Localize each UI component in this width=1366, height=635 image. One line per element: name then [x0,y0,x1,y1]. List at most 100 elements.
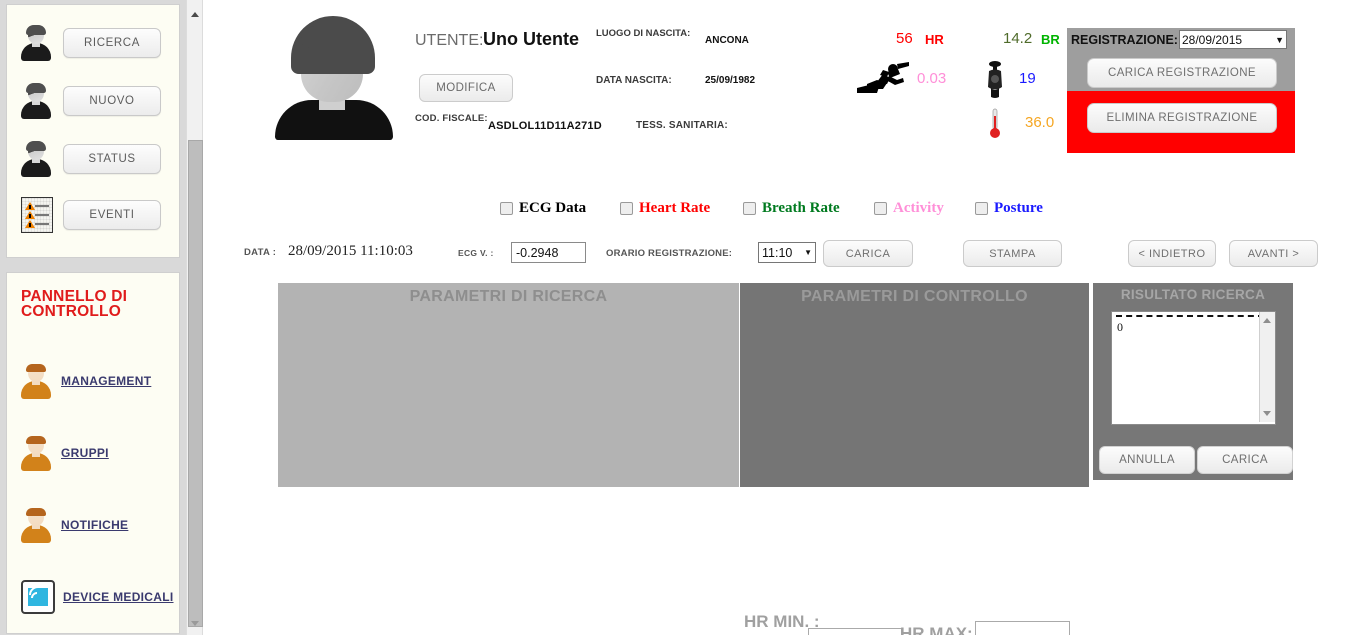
data-label: DATA : [244,247,277,258]
luogo-nascita-value: ANCONA [705,35,749,46]
search-panel-title: PARAMETRI DI RICERCA [409,288,608,305]
posture-value: 19 [1019,70,1036,87]
control-panel-title: PARAMETRI DI CONTROLLO [801,288,1028,305]
sidebar-item-ricerca[interactable]: RICERCA [7,19,179,67]
checkbox-label: Activity [893,200,944,216]
avanti-button[interactable]: AVANTI > [1229,240,1318,267]
sidebar-item-device-medicali[interactable]: DEVICE MEDICALI [7,571,179,623]
sidebar-item-eventi[interactable]: EVENTI [7,191,179,239]
activity-value: 0.03 [917,70,947,87]
user-avatar-icon [19,81,53,121]
sidebar-item-gruppi[interactable]: GRUPPI [7,427,179,479]
stampa-button[interactable]: STAMPA [963,240,1062,267]
ecg-value-label: ECG V. : [458,248,494,258]
annulla-button[interactable]: ANNULLA [1099,446,1195,474]
control-panel-title: PANNELLO DI CONTROLLO [21,288,128,320]
ricerca-button[interactable]: RICERCA [63,28,161,58]
hr-min-input[interactable] [808,628,902,635]
checkbox-box-icon[interactable] [620,202,633,215]
user-avatar-icon [19,139,53,179]
data-nascita-value: 25/09/1982 [705,75,756,86]
sidebar: RICERCA NUOVO STATUS EVENTI PANNELLO DI … [0,0,186,635]
sidebar-item-notifiche[interactable]: NOTIFICHE [7,499,179,551]
search-result-panel: RISULTATO RICERCA 0 ANNULLA CARICA [1093,283,1293,480]
orario-registrazione-label: ORARIO REGISTRAZIONE: [606,248,733,259]
orario-registrazione-select[interactable]: 11:10 ▼ [758,242,816,263]
user-avatar-orange-icon [19,361,53,401]
hr-max-label: HR MAX: [900,624,973,635]
temperature-thermometer-icon [990,108,1000,138]
breath-rate-value: 14.2 [1003,30,1033,47]
result-panel-title: RISULTATO RICERCA [1120,287,1266,302]
user-avatar-orange-icon [19,433,53,473]
checkbox-box-icon[interactable] [975,202,988,215]
eventi-button[interactable]: EVENTI [63,200,161,230]
result-list-box[interactable]: 0 [1111,311,1276,425]
checkbox-box-icon[interactable] [500,202,513,215]
luogo-nascita-label: LUOGO DI NASCITA: [596,28,691,39]
result-carica-button[interactable]: CARICA [1197,446,1293,474]
scroll-up-arrow-icon[interactable] [187,6,202,22]
application-root: RICERCA NUOVO STATUS EVENTI PANNELLO DI … [0,0,1366,635]
management-link[interactable]: MANAGEMENT [61,374,151,388]
heart-rate-value: 56 [896,30,913,47]
device-medicali-link[interactable]: DEVICE MEDICALI [63,590,174,604]
scroll-down-arrow-icon[interactable] [187,615,202,631]
result-row: 0 [1117,320,1123,334]
checkbox-box-icon[interactable] [743,202,756,215]
data-nascita-label: DATA NASCITA: [596,75,672,86]
registrazione-date-select[interactable]: 28/09/2015 ▼ [1179,30,1287,49]
sidebar-control-panel-card: PANNELLO DI CONTROLLO MANAGEMENT GRUPPI … [6,272,180,634]
data-value: 28/09/2015 11:10:03 [288,243,413,259]
result-scrollbar[interactable] [1259,312,1275,422]
status-button[interactable]: STATUS [63,144,161,174]
checkbox-activity[interactable]: Activity [874,200,944,217]
events-list-icon [21,197,53,233]
user-avatar-orange-icon [19,505,53,545]
hr-max-input[interactable] [975,621,1070,635]
registrazione-date-value: 28/09/2015 [1182,32,1243,47]
carica-registrazione-button[interactable]: CARICA REGISTRAZIONE [1087,58,1277,88]
registrazione-label: REGISTRAZIONE: [1071,33,1178,47]
page-scrollbar[interactable] [186,0,203,635]
ecg-value-input[interactable]: -0.2948 [511,242,586,263]
main-content: UTENTE: Uno Utente MODIFICA COD. FISCALE… [203,0,1366,635]
temperature-value: 36.0 [1025,114,1055,131]
sidebar-item-management[interactable]: MANAGEMENT [7,355,179,407]
chevron-down-icon: ▼ [1275,34,1284,45]
scrollbar-thumb[interactable] [188,140,203,627]
checkbox-label: Breath Rate [762,200,840,216]
checkbox-posture[interactable]: Posture [975,200,1043,217]
activity-runner-icon [857,62,909,93]
checkbox-label: Heart Rate [639,200,711,216]
checkbox-label: Posture [994,200,1043,216]
checkbox-breath-rate[interactable]: Breath Rate [743,200,840,217]
elimina-registrazione-button[interactable]: ELIMINA REGISTRAZIONE [1087,103,1277,133]
nuovo-button[interactable]: NUOVO [63,86,161,116]
checkbox-heart-rate[interactable]: Heart Rate [620,200,710,217]
sidebar-item-status[interactable]: STATUS [7,135,179,183]
utente-label: UTENTE: [415,32,484,49]
posture-icon [988,61,1002,98]
patient-avatar [275,16,393,140]
codice-fiscale-value: ASDLOL11D11A271D [488,120,602,132]
gruppi-link[interactable]: GRUPPI [61,446,109,460]
codice-fiscale-label: COD. FISCALE: [415,113,488,124]
carica-button[interactable]: CARICA [823,240,913,267]
search-parameters-panel: PARAMETRI DI RICERCA HR: = ▼ BR: = ▼ RIC… [278,283,739,487]
orario-value: 11:10 [762,245,793,260]
sidebar-menu-card: RICERCA NUOVO STATUS EVENTI [6,4,180,258]
checkbox-box-icon[interactable] [874,202,887,215]
medical-device-icon [21,580,55,614]
tessera-sanitaria-label: TESS. SANITARIA: [636,120,728,131]
modifica-button[interactable]: MODIFICA [419,74,513,102]
patient-name: Uno Utente [483,29,579,49]
notifiche-link[interactable]: NOTIFICHE [61,518,128,532]
scroll-up-arrow-icon[interactable] [1263,318,1271,323]
indietro-button[interactable]: < INDIETRO [1128,240,1216,267]
control-parameters-panel: PARAMETRI DI CONTROLLO HR MIN. : HR MAX:… [740,283,1089,635]
checkbox-ecg-data[interactable]: ECG Data [500,200,586,217]
sidebar-item-nuovo[interactable]: NUOVO [7,77,179,125]
chevron-down-icon: ▼ [804,248,812,257]
scroll-down-arrow-icon[interactable] [1263,411,1271,416]
